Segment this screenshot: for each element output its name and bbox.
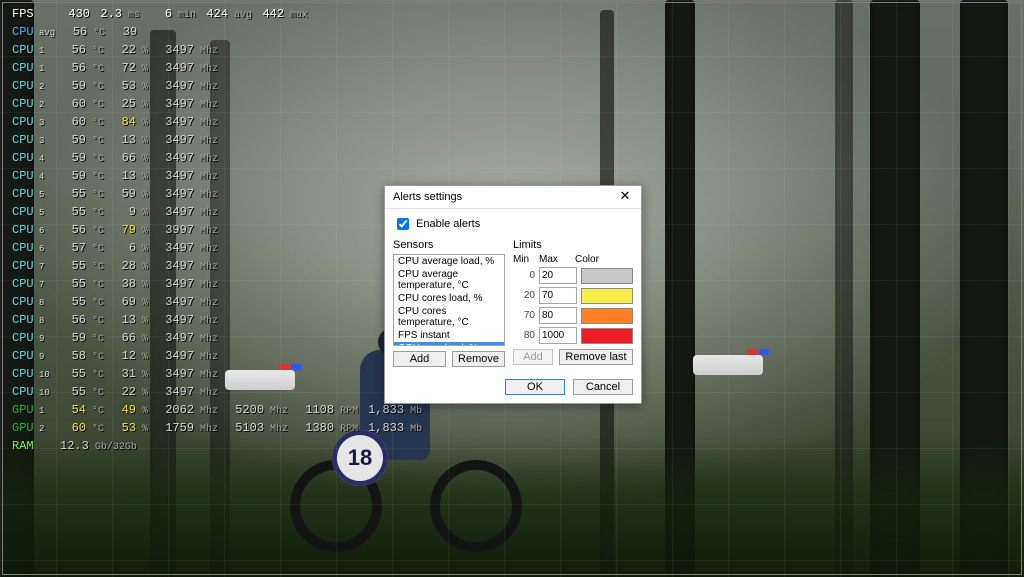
sensor-option[interactable]: CPU cores load, % — [394, 292, 504, 305]
limit-min-label: 20 — [513, 290, 535, 301]
police-car — [693, 355, 763, 375]
ok-button[interactable]: OK — [505, 379, 565, 395]
limit-min-label: 80 — [513, 330, 535, 341]
enable-alerts-label: Enable alerts — [416, 218, 480, 230]
sensor-option[interactable]: CPU average load, % — [394, 255, 504, 268]
sensors-listbox[interactable]: CPU average load, %CPU average temperatu… — [393, 254, 505, 346]
sensors-group-label: Sensors — [393, 239, 505, 251]
limits-remove-last-button[interactable]: Remove last — [559, 349, 633, 365]
game-scene: 18 FPS4302.3ms6min424avg442maxCPU avg56°… — [0, 0, 1024, 577]
sensor-remove-button[interactable]: Remove — [452, 351, 505, 367]
dialog-titlebar[interactable]: Alerts settings ✕ — [385, 186, 641, 209]
sensor-option[interactable]: GPU core load, % — [394, 342, 504, 346]
limits-row: 20 — [513, 287, 633, 304]
alerts-settings-dialog: Alerts settings ✕ Enable alerts Sensors … — [384, 185, 642, 404]
limit-color-swatch[interactable] — [581, 288, 633, 304]
limits-table: Min Max Color 0 20 70 80 — [513, 254, 633, 344]
dialog-title: Alerts settings — [393, 191, 462, 203]
performance-overlay: FPS4302.3ms6min424avg442maxCPU avg56°C39… — [12, 6, 422, 456]
sensor-option[interactable]: FPS instant — [394, 329, 504, 342]
limits-row: 70 — [513, 307, 633, 324]
limit-max-input[interactable] — [539, 327, 577, 344]
limit-max-input[interactable] — [539, 267, 577, 284]
limit-min-label: 0 — [513, 270, 535, 281]
sensor-add-button[interactable]: Add — [393, 351, 446, 367]
limits-add-button: Add — [513, 349, 553, 365]
limits-header-max: Max — [539, 254, 571, 265]
sensor-option[interactable]: CPU cores temperature, °C — [394, 305, 504, 329]
limit-min-label: 70 — [513, 310, 535, 321]
sensor-option[interactable]: CPU average temperature, °C — [394, 268, 504, 292]
limit-color-swatch[interactable] — [581, 328, 633, 344]
limit-max-input[interactable] — [539, 307, 577, 324]
limits-group-label: Limits — [513, 239, 633, 251]
enable-alerts-input[interactable] — [397, 218, 409, 230]
limit-color-swatch[interactable] — [581, 308, 633, 324]
limits-header-min: Min — [513, 254, 535, 265]
limit-max-input[interactable] — [539, 287, 577, 304]
limits-row: 0 — [513, 267, 633, 284]
enable-alerts-checkbox[interactable]: Enable alerts — [393, 215, 633, 233]
limits-row: 80 — [513, 327, 633, 344]
limit-color-swatch[interactable] — [581, 268, 633, 284]
cancel-button[interactable]: Cancel — [573, 379, 633, 395]
limits-header-color: Color — [575, 254, 633, 265]
close-icon[interactable]: ✕ — [615, 188, 635, 206]
